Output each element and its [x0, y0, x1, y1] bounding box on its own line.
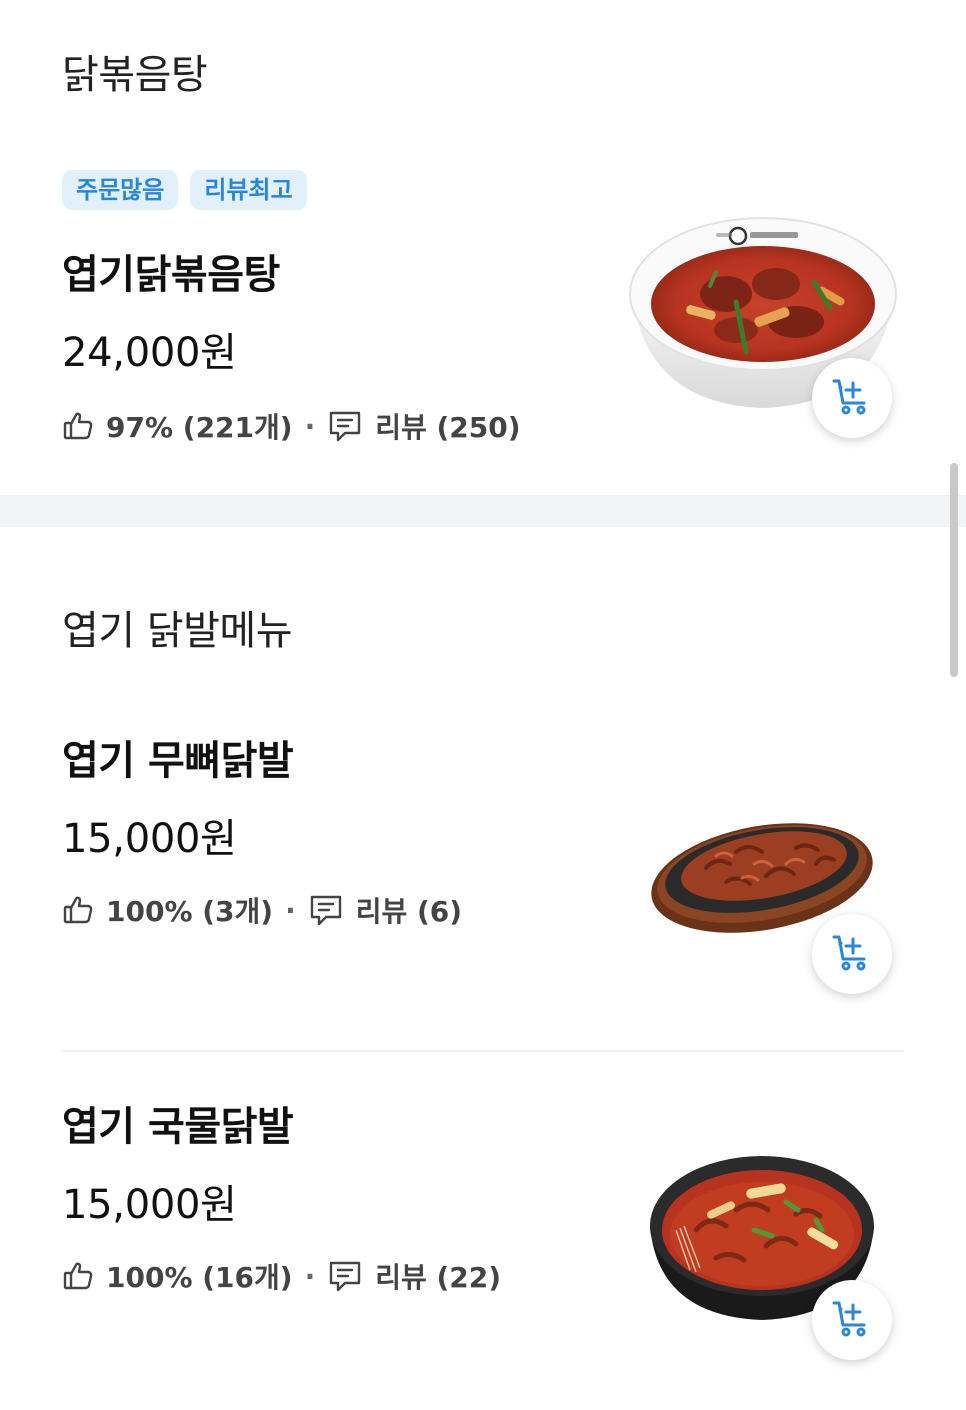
- add-to-cart-icon: [831, 931, 873, 977]
- thumbs-up-icon: [62, 894, 94, 926]
- speech-bubble-icon: [308, 892, 344, 928]
- like-rate: 100% (3개): [106, 895, 274, 928]
- badge-popular-order: 주문많음: [62, 170, 179, 210]
- review-count: 리뷰 (6): [355, 895, 463, 928]
- badge-group: 주문많음 리뷰최고: [62, 170, 307, 210]
- scrollbar[interactable]: [950, 463, 958, 677]
- menu-item-stats: 97% (221개) · 리뷰 (250): [62, 406, 521, 446]
- add-to-cart-button[interactable]: [812, 914, 892, 994]
- review-count: 리뷰 (22): [375, 1261, 502, 1294]
- section-divider: [0, 495, 966, 527]
- menu-item-name[interactable]: 엽기 무뼈닭발: [62, 728, 294, 786]
- item-divider: [62, 1050, 904, 1052]
- menu-item-name[interactable]: 엽기 국물닭발: [62, 1094, 294, 1152]
- add-to-cart-button[interactable]: [812, 1280, 892, 1360]
- like-rate: 97% (221개): [106, 411, 293, 444]
- badge-best-review: 리뷰최고: [190, 170, 307, 210]
- separator-dot: ·: [304, 409, 316, 443]
- menu-item-stats: 100% (16개) · 리뷰 (22): [62, 1256, 501, 1296]
- add-to-cart-button[interactable]: [812, 358, 892, 438]
- add-to-cart-icon: [831, 375, 873, 421]
- thumbs-up-icon: [62, 410, 94, 442]
- section-title-chicken-feet: 엽기 닭발메뉴: [62, 608, 293, 654]
- section-title-braised-chicken: 닭볶음탕: [62, 52, 208, 98]
- like-rate: 100% (16개): [106, 1261, 293, 1294]
- menu-item-price: 15,000원: [62, 1182, 237, 1228]
- speech-bubble-icon: [327, 408, 363, 444]
- speech-bubble-icon: [327, 1258, 363, 1294]
- review-count: 리뷰 (250): [375, 411, 521, 444]
- separator-dot: ·: [285, 893, 296, 927]
- thumbs-up-icon: [62, 1260, 94, 1292]
- menu-item-price: 24,000원: [62, 330, 237, 376]
- menu-item-stats: 100% (3개) · 리뷰 (6): [62, 890, 462, 930]
- menu-item-name[interactable]: 엽기닭볶음탕: [62, 242, 280, 300]
- add-to-cart-icon: [831, 1297, 873, 1343]
- menu-item-price: 15,000원: [62, 816, 237, 862]
- separator-dot: ·: [304, 1259, 316, 1293]
